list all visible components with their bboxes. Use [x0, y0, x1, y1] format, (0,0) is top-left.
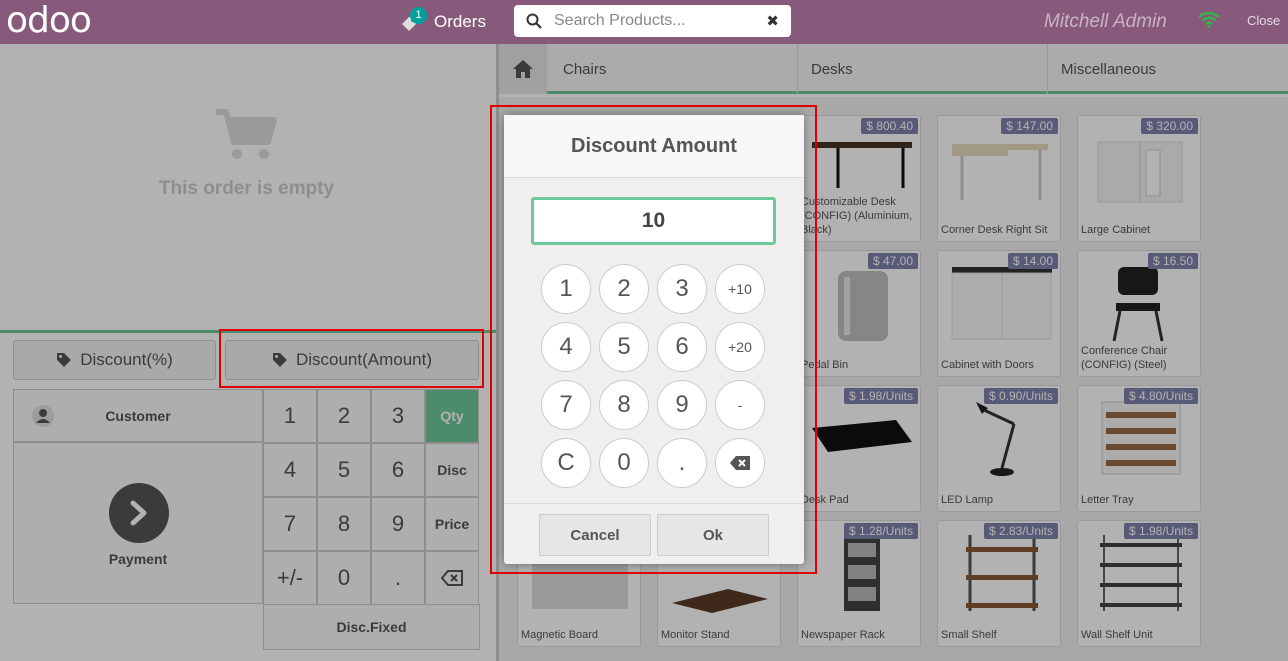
popup-key-dot[interactable]: . — [657, 438, 707, 488]
close-button[interactable]: Close — [1247, 13, 1280, 28]
wifi-icon — [1198, 12, 1220, 28]
backspace-icon — [730, 456, 750, 470]
ok-button[interactable]: Ok — [657, 514, 769, 556]
discount-amount-dialog: Discount Amount 1 2 3 +10 4 5 6 +20 7 8 … — [504, 115, 804, 564]
popup-key-7[interactable]: 7 — [541, 380, 591, 430]
clear-search-icon[interactable]: ✖ — [766, 12, 779, 30]
popup-key-plus20[interactable]: +20 — [715, 322, 765, 372]
discount-amount-input[interactable] — [531, 197, 776, 245]
dialog-footer: Cancel Ok — [504, 503, 804, 564]
popup-key-6[interactable]: 6 — [657, 322, 707, 372]
user-name: Mitchell Admin — [1044, 11, 1167, 32]
top-bar: odoo 1 Orders ✖ Mitchell Admin Close — [0, 0, 1288, 44]
odoo-logo: odoo — [6, 0, 92, 41]
popup-key-3[interactable]: 3 — [657, 264, 707, 314]
orders-button[interactable]: 1 Orders — [400, 7, 486, 36]
orders-label: Orders — [434, 12, 486, 31]
product-search: ✖ — [514, 5, 791, 37]
popup-key-clear[interactable]: C — [541, 438, 591, 488]
popup-key-minus[interactable]: - — [715, 380, 765, 430]
search-icon — [526, 13, 542, 29]
ticket-icon: 1 — [400, 7, 427, 33]
popup-backspace-button[interactable] — [715, 438, 765, 488]
popup-key-plus10[interactable]: +10 — [715, 264, 765, 314]
popup-key-9[interactable]: 9 — [657, 380, 707, 430]
popup-key-5[interactable]: 5 — [599, 322, 649, 372]
cancel-button[interactable]: Cancel — [539, 514, 651, 556]
popup-key-2[interactable]: 2 — [599, 264, 649, 314]
popup-key-4[interactable]: 4 — [541, 322, 591, 372]
popup-key-0[interactable]: 0 — [599, 438, 649, 488]
popup-key-1[interactable]: 1 — [541, 264, 591, 314]
popup-key-8[interactable]: 8 — [599, 380, 649, 430]
dialog-title: Discount Amount — [504, 115, 804, 178]
orders-count-badge: 1 — [410, 7, 427, 24]
search-input[interactable] — [554, 12, 754, 30]
